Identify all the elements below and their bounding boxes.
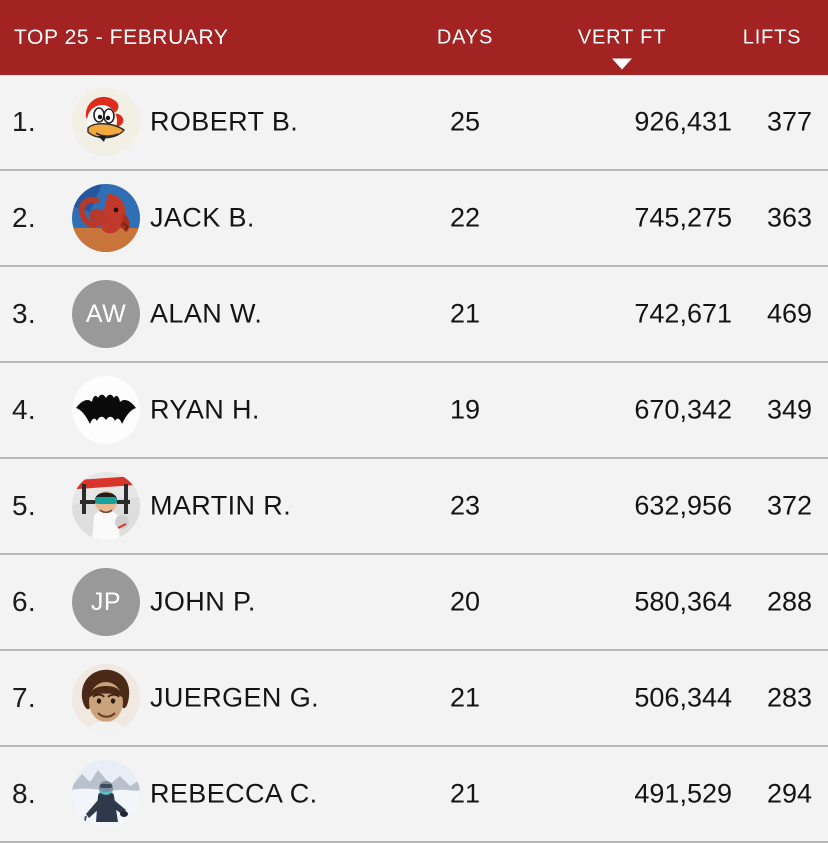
leaderboard-header: TOP 25 - FEBRUARY DAYS VERT FT LIFTS (0, 0, 828, 75)
rank-number: 6. (12, 586, 36, 617)
table-row[interactable]: 1. ROBERT B. 25 926,431 377 (0, 75, 828, 171)
cell-lifts: 469 (766, 298, 812, 329)
table-row[interactable]: 4. RYAN H. 19 670,342 349 (0, 363, 828, 459)
avatar-woody-woodpecker[interactable] (72, 88, 140, 156)
rank-number: 8. (12, 778, 36, 809)
column-header-days[interactable]: DAYS (406, 26, 524, 49)
cell-days: 25 (449, 106, 481, 137)
cell-days: 21 (449, 682, 481, 713)
player-name: JACK B. (150, 202, 255, 233)
cell-days: 21 (449, 778, 481, 809)
player-name: MARTIN R. (150, 490, 292, 521)
table-row[interactable]: 6. JP JOHN P. 20 580,364 288 (0, 555, 828, 651)
rank-number: 3. (12, 298, 36, 329)
avatar-snowboarder-mountain[interactable] (72, 760, 140, 828)
cell-lifts: 377 (766, 106, 812, 137)
avatar-initials-label: JP (90, 587, 122, 616)
column-header-vert-ft-label: VERT FT (577, 26, 667, 48)
cell-lifts: 363 (766, 202, 812, 233)
cell-vert-ft: 926,431 (634, 106, 732, 137)
table-row[interactable]: 7. JUERGEN G. 21 506,344 283 (0, 651, 828, 747)
cell-days: 19 (449, 394, 481, 425)
avatar-ram-painting[interactable] (72, 184, 140, 252)
table-row[interactable]: 8. REBECCA C. 21 491,529 294 (0, 747, 828, 843)
rank-number: 7. (12, 682, 36, 713)
rank-number: 4. (12, 394, 36, 425)
cell-vert-ft: 491,529 (634, 778, 732, 809)
player-name: JOHN P. (150, 586, 256, 617)
cell-lifts: 372 (766, 490, 812, 521)
caret-down-icon (612, 58, 632, 69)
cell-days: 22 (449, 202, 481, 233)
cell-vert-ft: 506,344 (634, 682, 732, 713)
column-header-lifts[interactable]: LIFTS (716, 26, 828, 49)
cell-lifts: 349 (766, 394, 812, 425)
avatar-skier-chairlift[interactable] (72, 472, 140, 540)
table-row[interactable]: 3. AW ALAN W. 21 742,671 469 (0, 267, 828, 363)
cell-lifts: 288 (766, 586, 812, 617)
rank-number: 5. (12, 490, 36, 521)
player-name: RYAN H. (150, 394, 260, 425)
cell-days: 23 (449, 490, 481, 521)
cell-lifts: 283 (766, 682, 812, 713)
cell-vert-ft: 670,342 (634, 394, 732, 425)
player-name: ALAN W. (150, 298, 263, 329)
avatar-batman-logo[interactable] (72, 376, 140, 444)
player-name: REBECCA C. (150, 778, 318, 809)
player-name: ROBERT B. (150, 106, 299, 137)
rank-number: 1. (12, 106, 36, 137)
table-row[interactable]: 2. JACK B. 22 745,275 363 (0, 171, 828, 267)
avatar-initials-label: AW (85, 299, 127, 328)
leaderboard: TOP 25 - FEBRUARY DAYS VERT FT LIFTS 1. … (0, 0, 828, 843)
column-header-vert-ft[interactable]: VERT FT (552, 26, 692, 69)
leaderboard-rows: 1. ROBERT B. 25 926,431 377 2. JACK B. 22 745,… (0, 75, 828, 843)
cell-vert-ft: 742,671 (634, 298, 732, 329)
cell-vert-ft: 580,364 (634, 586, 732, 617)
rank-number: 2. (12, 202, 36, 233)
table-row[interactable]: 5. MARTIN R. 23 632,956 372 (0, 459, 828, 555)
player-name: JUERGEN G. (150, 682, 320, 713)
avatar-initials-aw[interactable]: AW (72, 280, 140, 348)
cell-vert-ft: 632,956 (634, 490, 732, 521)
cell-days: 21 (449, 298, 481, 329)
page-title: TOP 25 - FEBRUARY (14, 25, 229, 49)
cell-days: 20 (449, 586, 481, 617)
cell-lifts: 294 (766, 778, 812, 809)
avatar-portrait-curly-hair[interactable] (72, 664, 140, 732)
avatar-initials-jp[interactable]: JP (72, 568, 140, 636)
cell-vert-ft: 745,275 (634, 202, 732, 233)
